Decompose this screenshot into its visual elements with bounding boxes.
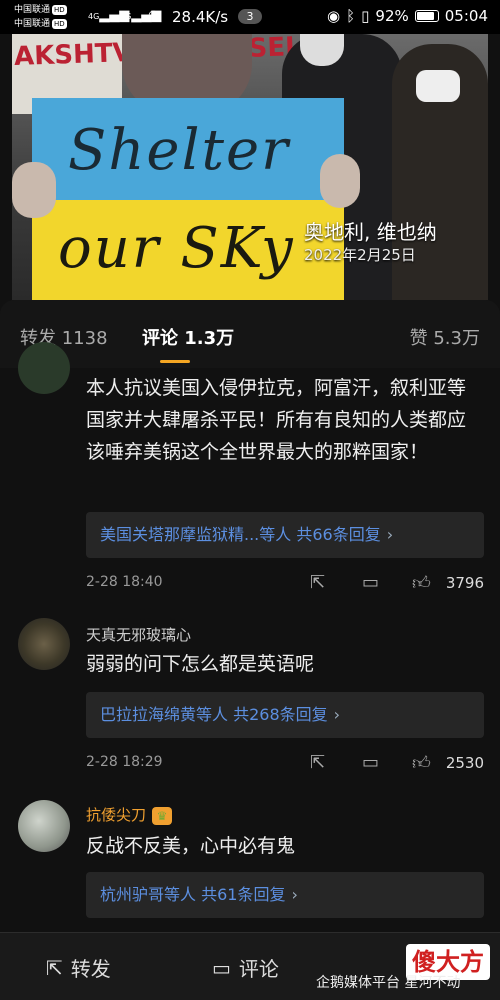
battery-percent: 92% [375, 7, 409, 25]
reply-summary[interactable]: 美国关塔那摩监狱精...等人 共66条回复 › [86, 512, 484, 558]
status-right: ◉ ᛒ ▯ 92% 05:04 [327, 7, 488, 25]
avatar[interactable] [18, 342, 70, 394]
comment-likes: 2530 [445, 754, 484, 772]
sign-text-line2: our SKy [58, 216, 295, 281]
like-count: 5.3万 [433, 328, 480, 349]
chevron-right-icon: › [333, 705, 341, 724]
photo-date: 2022年2月25日 [304, 246, 416, 264]
thumbs-up-icon[interactable]: 👍︎ [412, 572, 431, 594]
photo-location: 奥地利, 维也纳 [304, 220, 437, 244]
wifi-icon: ◠ [148, 8, 160, 23]
glove-right [320, 154, 360, 208]
status-bar: 中国联通 HD 中国联通 HD 4G▂▄▆ 4G▂▄▆ ◠ 28.4K/s 3 ◉ … [0, 0, 500, 34]
hd-badge-1: HD [52, 5, 67, 15]
carrier-1: 中国联通 [14, 5, 51, 15]
bluetooth-icon: ᛒ [346, 7, 356, 25]
reply-summary[interactable]: 巴拉拉海绵黄等人 共268条回复 › [86, 692, 484, 738]
sign-text-line1: Shelter [68, 118, 290, 183]
face-mask-right [416, 70, 460, 102]
forward-count: 1138 [61, 328, 108, 349]
comment-meta: 2-28 18:29 ⇱ ▭ 👍︎ 2530 [86, 752, 484, 776]
carrier-info: 中国联通 HD 中国联通 HD [14, 3, 67, 31]
comment-time: 2-28 18:40 [86, 574, 163, 590]
active-tab-indicator [160, 360, 190, 363]
thumbs-up-icon[interactable]: 👍︎ [412, 752, 431, 774]
tab-likes[interactable]: 赞 5.3万 [410, 324, 480, 350]
chevron-right-icon: › [386, 525, 394, 544]
vibrate-icon: ▯ [361, 7, 370, 25]
glove-left [12, 162, 56, 218]
post-tabs: 转发 1138 评论 1.3万 赞 5.3万 [0, 300, 500, 368]
comment-likes: 3796 [445, 574, 484, 592]
comment-item: 本人抗议美国入侵伊拉克，阿富汗，叙利亚等国家并大肆屠杀平民！所有有良知的人类都应… [0, 342, 500, 598]
share-icon[interactable]: ⇱ [310, 572, 325, 593]
comment-count: 1.3万 [184, 328, 235, 349]
share-icon[interactable]: ⇱ [310, 752, 325, 773]
comment-button[interactable]: ▭ 评论 [212, 953, 279, 982]
comment-time: 2-28 18:29 [86, 754, 163, 770]
reply-summary[interactable]: 杭州驴哥等人 共61条回复 › [86, 872, 484, 918]
comment-item: 天真无邪玻璃心 弱弱的问下怎么都是英语呢 巴拉拉海绵黄等人 共268条回复 › 2… [0, 612, 500, 782]
comment-icon: ▭ [212, 955, 231, 980]
eye-icon: ◉ [327, 7, 341, 25]
comment-text: 弱弱的问下怎么都是英语呢 [86, 653, 315, 675]
comment-text: 本人抗议美国入侵伊拉克，阿富汗，叙利亚等国家并大肆屠杀平民！所有有良知的人类都应… [86, 377, 467, 463]
comment-item: 抗倭尖刀 ♛ 反战不反美，心中必有鬼 杭州驴哥等人 共61条回复 › [0, 794, 500, 932]
comment-icon[interactable]: ▭ [362, 572, 379, 593]
comment-icon[interactable]: ▭ [362, 752, 379, 773]
comment-meta: 2-28 18:40 ⇱ ▭ 👍︎ 3796 [86, 572, 484, 596]
network-speed: 28.4K/s [172, 8, 229, 26]
comment-username[interactable]: 天真无邪玻璃心 [86, 624, 191, 645]
chevron-right-icon: › [291, 885, 298, 904]
avatar[interactable] [18, 618, 70, 670]
battery-icon [414, 10, 439, 22]
notification-badge: 3 [238, 9, 262, 24]
protest-sign: Shelter our SKy [32, 98, 344, 300]
tab-comments[interactable]: 评论 1.3万 [142, 324, 234, 350]
share-icon: ⇱ [46, 955, 63, 980]
carrier-2: 中国联通 [14, 19, 51, 29]
clock: 05:04 [444, 7, 488, 25]
hd-badge-2: HD [52, 19, 67, 29]
avatar[interactable] [18, 800, 70, 852]
vip-crown-icon: ♛ [152, 806, 173, 825]
watermark-source: 企鹅媒体平台 星河不动 [316, 975, 461, 991]
forward-button[interactable]: ⇱ 转发 [46, 953, 111, 982]
comment-username[interactable]: 抗倭尖刀 ♛ [86, 804, 173, 825]
comment-text: 反战不反美，心中必有鬼 [86, 835, 296, 857]
post-photo[interactable]: AKSHTVM YOURSEL Shelter our SKy 奥地利, 维也纳… [12, 34, 488, 300]
